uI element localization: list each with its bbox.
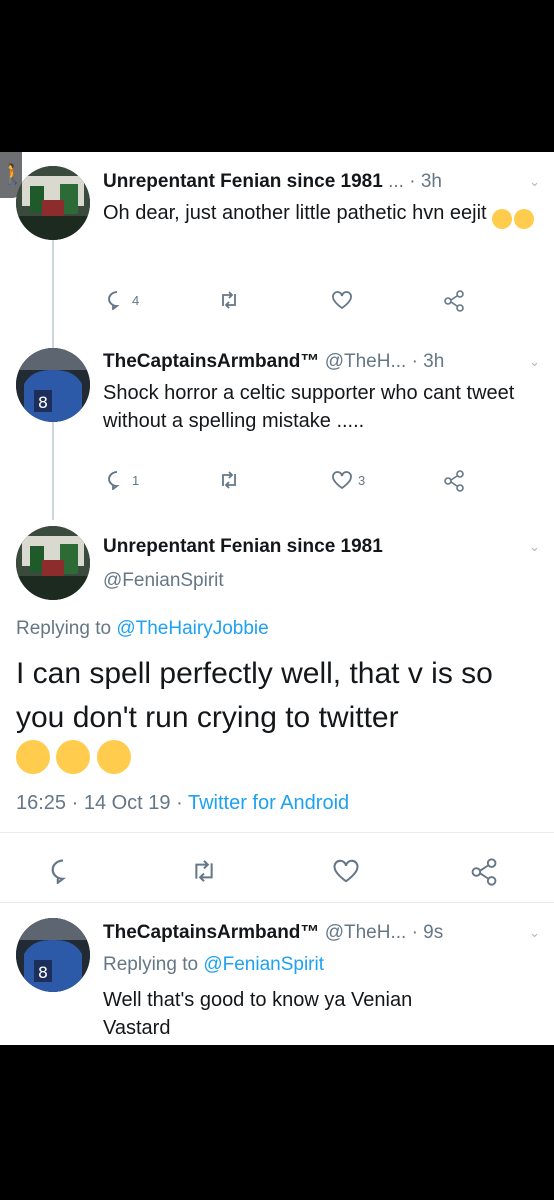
svg-text:8: 8 [38,393,48,412]
tweet-text: Oh dear, just another little pathetic hv… [103,199,542,233]
like-icon [332,471,352,490]
display-name[interactable]: Unrepentant Fenian since 1981 [103,171,383,192]
replying-to-link[interactable]: @FenianSpirit [203,954,324,975]
tweet-thread-card: 🚶 Unrepentant Fenian since 1981 ... · 3h… [0,152,554,1045]
tweet-actions: 1 3 [103,470,494,496]
handle[interactable]: ... [388,171,404,192]
divider [0,832,554,833]
tweet-header: Unrepentant Fenian since 1981 ... · 3h ⌄ [103,169,540,195]
tweet-text: Well that's good to know ya Venian Vasta… [103,989,413,1039]
laughing-emoji [96,740,131,774]
replying-to: Replying to @FenianSpirit [103,954,324,976]
tweet-time: · 9s [411,922,444,943]
display-name[interactable]: TheCaptainsArmband™ [103,351,319,372]
avatar[interactable] [16,526,90,600]
retweet-button[interactable] [218,470,240,490]
tweet-time: · 3h [409,171,442,192]
like-count: 3 [358,472,366,488]
chevron-down-icon[interactable]: ⌄ [529,534,540,560]
laughing-emoji [514,209,535,229]
timestamp: 16:25 · 14 Oct 19 · [16,792,183,814]
reply-icon [108,471,120,490]
avatar[interactable]: 8 [16,918,90,992]
thread-line [52,238,54,348]
replying-to: Replying to @TheHairyJobbie [16,618,269,640]
avatar[interactable]: 8 [16,348,90,422]
like-button[interactable] [331,290,353,310]
chevron-down-icon[interactable]: ⌄ [529,169,540,195]
tweet-text: I can spell perfectly well, that v is so… [16,657,493,734]
share-button[interactable] [443,470,465,492]
retweet-icon [222,471,236,489]
reply-button[interactable]: 1 [107,470,139,490]
reply-count: 4 [132,292,140,308]
display-name[interactable]: Unrepentant Fenian since 1981 [103,536,383,557]
svg-text:8: 8 [38,963,48,982]
share-icon [444,470,464,492]
like-button[interactable]: 3 [331,470,365,490]
reply-button[interactable] [50,858,76,884]
share-button[interactable] [443,290,465,312]
tweet-header: TheCaptainsArmband™ @TheH... · 3h ⌄ [103,349,540,375]
thread-line [52,420,54,520]
tweet-actions: 4 [103,290,494,316]
like-button[interactable] [332,858,360,884]
avatar[interactable] [16,166,90,240]
tweet-time: · 3h [411,351,445,372]
replying-to-link[interactable]: @TheHairyJobbie [116,618,268,639]
retweet-icon [195,860,213,882]
retweet-button[interactable] [190,858,218,884]
reply-icon [108,291,120,310]
chevron-down-icon[interactable]: ⌄ [529,920,540,946]
retweet-icon [222,291,236,309]
reply-count: 1 [132,472,140,488]
tweet-text: Shock horror a celtic supporter who cant… [103,382,515,432]
handle[interactable]: @TheH... [325,922,407,943]
share-button[interactable] [470,858,498,886]
tweet-actions [50,858,514,886]
replying-prefix: Replying to [16,618,112,639]
share-icon [444,290,464,312]
like-icon [332,291,352,310]
tweet-meta: 16:25 · 14 Oct 19 · Twitter for Android [16,792,349,815]
tweet-header: TheCaptainsArmband™ @TheH... · 9s ⌄ [103,920,540,946]
display-name[interactable]: TheCaptainsArmband™ [103,922,319,943]
reply-button[interactable]: 4 [107,290,139,310]
chevron-down-icon[interactable]: ⌄ [529,349,540,375]
like-icon [333,859,359,883]
divider [0,902,554,903]
retweet-button[interactable] [218,290,240,310]
facepalm-emoji [492,209,513,229]
wink-emoji [16,740,50,774]
laughing-emoji [56,740,91,774]
reply-icon [51,859,67,884]
replying-prefix: Replying to [103,954,199,975]
handle[interactable]: @FenianSpirit [103,568,540,594]
emoji [16,740,131,774]
client-link[interactable]: Twitter for Android [188,792,349,814]
tweet-header: Unrepentant Fenian since 1981 ⌄ [103,534,540,560]
tweet-text-content: Oh dear, just another little pathetic hv… [103,202,487,224]
handle[interactable]: @TheH... [325,351,407,372]
share-icon [471,858,497,886]
